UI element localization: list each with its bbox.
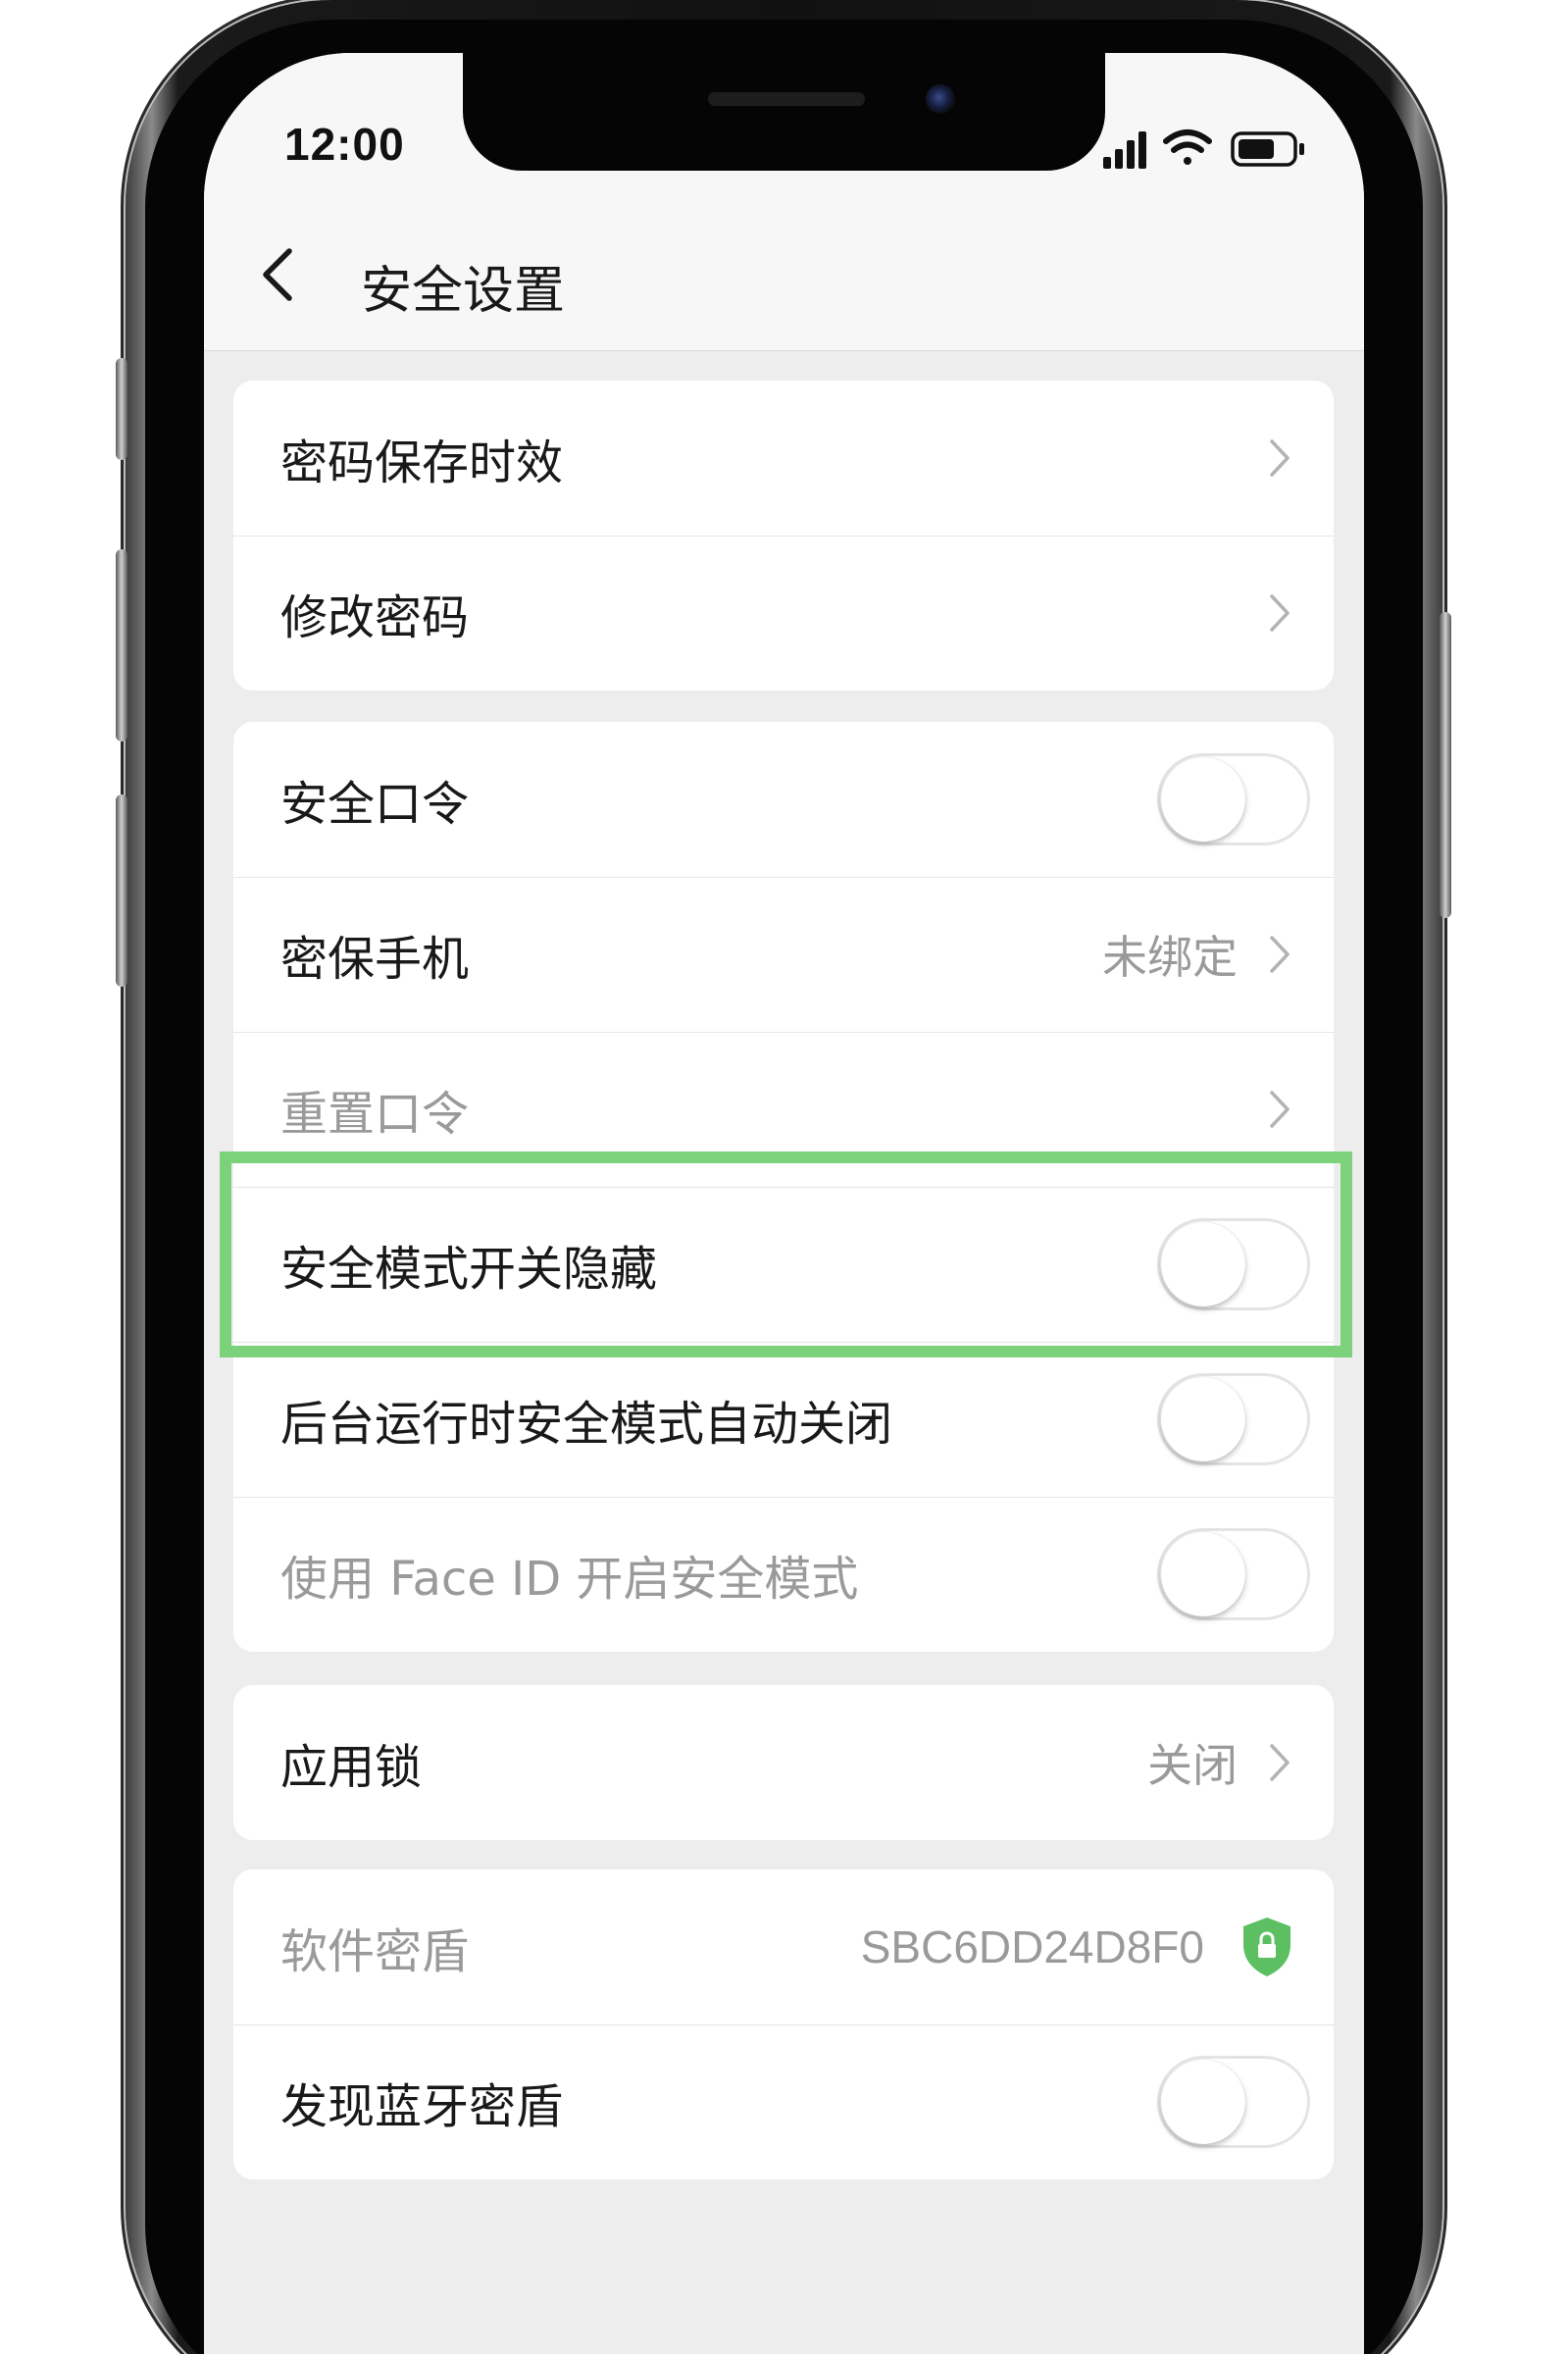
security-passphrase-toggle[interactable]: [1157, 753, 1310, 845]
auto-close-security-mode-toggle[interactable]: [1157, 1373, 1310, 1465]
back-button[interactable]: [243, 235, 312, 314]
row-value: 关闭: [1147, 1740, 1238, 1791]
chevron-right-icon: [1265, 590, 1294, 636]
chevron-right-icon: [1265, 1087, 1294, 1132]
toggle-knob: [1161, 1222, 1245, 1306]
row-change-password[interactable]: 修改密码: [233, 536, 1334, 691]
power-button: [1440, 612, 1451, 918]
settings-group-security-shield: 软件密盾 SBC6DD24D8F0 发现蓝牙密盾: [233, 1869, 1334, 2179]
toggle-knob: [1161, 1532, 1245, 1616]
status-time: 12:00: [284, 119, 405, 170]
back-chevron-icon: [263, 248, 292, 301]
status-icons-svg: [1103, 129, 1304, 169]
chevron-right-icon: [1265, 435, 1294, 481]
row-hide-security-mode-switch: 安全模式开关隐藏: [233, 1187, 1334, 1342]
row-security-passphrase: 安全口令: [233, 722, 1334, 877]
toggle-knob: [1161, 2060, 1245, 2144]
settings-group-security-mode: 安全口令 密保手机 未绑定 重置口令 安全模式开关隐藏 后台运行时安全模式自动关…: [233, 722, 1334, 1652]
battery-icon: [1231, 131, 1304, 167]
status-bar: 12:00: [204, 53, 1364, 200]
volume-down-button: [116, 794, 127, 987]
row-discover-bluetooth-shield: 发现蓝牙密盾: [233, 2024, 1334, 2179]
row-label: 重置口令: [280, 1087, 470, 1142]
page-title: 安全设置: [361, 262, 566, 321]
row-value: 未绑定: [1102, 932, 1238, 983]
row-label: 后台运行时安全模式自动关闭: [280, 1397, 893, 1452]
wifi-icon: [1163, 129, 1212, 165]
front-camera: [926, 84, 955, 114]
volume-up-button: [116, 549, 127, 742]
mute-switch: [116, 358, 127, 460]
row-label: 软件密盾: [280, 1924, 470, 1979]
stage: 12:00 安全设置 密码保存时效 修改密码 安全口令 密保手机 未绑定 重置口…: [0, 0, 1568, 2354]
row-software-shield[interactable]: 软件密盾 SBC6DD24D8F0: [233, 1869, 1334, 2024]
row-app-lock[interactable]: 应用锁 关闭: [233, 1685, 1334, 1840]
screen: 12:00 安全设置 密码保存时效 修改密码 安全口令 密保手机 未绑定 重置口…: [204, 53, 1364, 2354]
row-label: 安全口令: [280, 777, 470, 832]
cellular-signal-icon: [1103, 131, 1146, 169]
settings-group-password: 密码保存时效 修改密码: [233, 381, 1334, 691]
row-security-phone[interactable]: 密保手机 未绑定: [233, 877, 1334, 1032]
row-face-id-security-mode: 使用 Face ID 开启安全模式: [233, 1497, 1334, 1652]
row-reset-passphrase[interactable]: 重置口令: [233, 1032, 1334, 1187]
row-label: 密码保存时效: [280, 435, 564, 490]
toggle-knob: [1161, 757, 1245, 842]
chevron-right-icon: [1265, 932, 1294, 977]
notch: [463, 53, 1105, 171]
row-label: 应用锁: [280, 1740, 423, 1795]
status-icons: [1103, 128, 1319, 171]
row-label: 修改密码: [280, 590, 470, 645]
discover-bluetooth-shield-toggle[interactable]: [1157, 2056, 1310, 2148]
row-label: 发现蓝牙密盾: [280, 2079, 564, 2134]
row-value: SBC6DD24D8F0: [860, 1921, 1204, 1972]
row-password-retention[interactable]: 密码保存时效: [233, 381, 1334, 536]
face-id-security-mode-toggle[interactable]: [1157, 1528, 1310, 1620]
row-label: 密保手机: [280, 932, 470, 987]
settings-group-app-lock: 应用锁 关闭: [233, 1685, 1334, 1840]
row-label: 安全模式开关隐藏: [280, 1242, 658, 1297]
navigation-bar: 安全设置: [204, 200, 1364, 351]
row-label: 使用 Face ID 开启安全模式: [280, 1552, 859, 1607]
speaker-grille: [708, 92, 865, 106]
chevron-right-icon: [1265, 1740, 1294, 1785]
toggle-knob: [1161, 1377, 1245, 1461]
shield-lock-icon: [1239, 1916, 1294, 1978]
hide-security-mode-switch-toggle[interactable]: [1157, 1218, 1310, 1310]
row-auto-close-security-mode: 后台运行时安全模式自动关闭: [233, 1342, 1334, 1497]
